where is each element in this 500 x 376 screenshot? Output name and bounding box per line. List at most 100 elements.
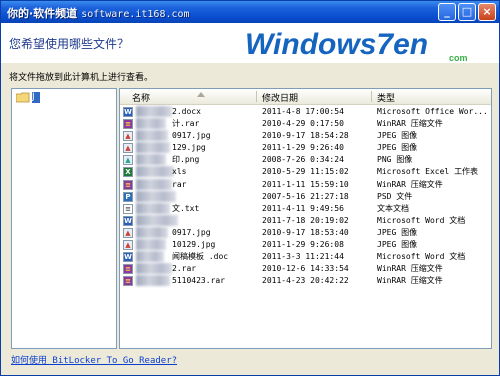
- jpeg-icon: ▲: [123, 131, 133, 142]
- file-modified-date: 2011-4-23 20:42:22: [262, 276, 349, 286]
- file-row[interactable]: ▲ 10129.jpg 2011-1-29 9:26:08 JPEG 图像: [120, 239, 491, 251]
- file-name: 2.docx: [172, 107, 201, 116]
- file-row[interactable]: P 2007-5-16 21:27:18 PSD 文件: [120, 190, 491, 203]
- logo-subtext: com: [449, 53, 468, 63]
- excel-icon: X: [123, 167, 133, 178]
- page-prompt: 您希望使用哪些文件？: [9, 37, 130, 51]
- file-row[interactable]: W 2011-7-18 20:19:02 Microsoft Word 文档: [120, 214, 491, 227]
- file-row[interactable]: W 闻稿模板 .doc 2011-3-3 11:21:44 Microsoft Wor…: [120, 251, 491, 263]
- file-name: xls: [172, 167, 187, 177]
- file-list-pane[interactable]: 名称 修改日期 类型 W 2.docx 2011-4-8 17:00:54 Micro…: [119, 88, 492, 349]
- word-doc-icon: W: [123, 107, 133, 117]
- file-row[interactable]: ≡ 5110423.rar 2011-4-23 20:42:22 WinRAR 压缩文…: [120, 275, 491, 287]
- file-modified-date: 2010-4-29 0:17:50: [262, 119, 344, 129]
- file-row[interactable]: ▲ 0917.jpg 2010-9-17 18:54:28 JPEG 图像: [120, 130, 491, 142]
- redacted-name-blur: [136, 142, 170, 154]
- file-name: 0917.jpg: [172, 131, 211, 141]
- file-row[interactable]: Xxls 2010-5-29 11:15:02 Microsoft Excel 工作…: [120, 166, 491, 178]
- file-row[interactable]: ≡ rar 2011-1-11 15:59:10 WinRAR 压缩文件: [120, 178, 491, 191]
- rar-icon: ≡: [123, 119, 133, 130]
- redacted-name-blur: [136, 178, 172, 190]
- file-row[interactable]: ≡ 2.rar 2010-12-6 14:33:54 WinRAR 压缩文件: [120, 263, 491, 275]
- word-doc-icon: W: [123, 252, 133, 263]
- file-modified-date: 2011-4-8 17:00:54: [262, 107, 344, 116]
- redacted-name-blur: [136, 166, 174, 178]
- file-modified-date: 2011-3-3 11:21:44: [262, 252, 344, 262]
- file-modified-date: 2011-1-29 9:26:40: [262, 143, 344, 153]
- file-type: WinRAR 压缩文件: [377, 264, 443, 274]
- folder-label: J: [32, 92, 40, 103]
- rar-icon: ≡: [123, 179, 133, 190]
- reader-window: 你的·软件频道 software.it168.com _ □ × 您希望使用哪些文…: [0, 0, 500, 376]
- redacted-name-blur: [136, 118, 166, 130]
- text-icon: ≡: [123, 203, 133, 214]
- windows7en-logo: Windows7en com: [245, 28, 468, 63]
- file-name: 印.png: [172, 155, 200, 165]
- file-modified-date: 2010-5-29 11:15:02: [262, 167, 349, 177]
- file-name: 129.jpg: [172, 143, 206, 153]
- rar-icon: ≡: [123, 264, 133, 275]
- maximize-button[interactable]: □: [458, 3, 476, 21]
- redacted-name-blur: [136, 130, 168, 142]
- column-header-modified[interactable]: 修改日期: [262, 91, 298, 104]
- title-bar[interactable]: 你的·软件频道 software.it168.com _ □ ×: [1, 1, 499, 23]
- file-row[interactable]: ▲ 印.png 2008-7-26 0:34:24 PNG 图像: [120, 154, 491, 166]
- file-type: JPEG 图像: [377, 227, 418, 237]
- file-row[interactable]: ≡ 计.rar 2010-4-29 0:17:50 WinRAR 压缩文件: [120, 118, 491, 130]
- header-area: 您希望使用哪些文件？ Windows7en com: [1, 23, 499, 63]
- column-header-type[interactable]: 类型: [377, 91, 395, 104]
- jpeg-icon: ▲: [123, 227, 133, 238]
- redacted-name-blur: [136, 226, 168, 238]
- file-name: 文.txt: [172, 203, 200, 213]
- watermark-text: software.it168.com: [81, 9, 190, 20]
- close-button[interactable]: ×: [478, 3, 496, 21]
- redacted-name-blur: [136, 214, 178, 226]
- file-modified-date: 2007-5-16 21:27:18: [262, 191, 349, 201]
- file-name: 2.rar: [172, 264, 197, 274]
- file-type: 文本文档: [377, 203, 409, 213]
- file-name: 闻稿模板 .doc: [172, 252, 229, 262]
- jpeg-icon: ▲: [123, 143, 133, 154]
- minimize-button[interactable]: _: [438, 3, 456, 21]
- window-title: 你的·软件频道 software.it168.com: [7, 5, 190, 21]
- window-title-text: 你的·软件频道: [7, 7, 78, 20]
- file-type: WinRAR 压缩文件: [377, 119, 443, 129]
- file-type: JPEG 图像: [377, 240, 418, 250]
- column-header-name[interactable]: 名称: [132, 91, 150, 104]
- file-type: JPEG 图像: [377, 143, 418, 153]
- file-row[interactable]: W 2.docx 2011-4-8 17:00:54 Microsoft Office…: [120, 106, 491, 118]
- file-modified-date: 2008-7-26 0:34:24: [262, 155, 344, 165]
- column-header: 名称 修改日期 类型: [120, 89, 491, 105]
- redacted-name-blur: [136, 263, 172, 275]
- folder-icon: [16, 92, 30, 103]
- file-modified-date: 2010-9-17 18:53:40: [262, 227, 349, 237]
- file-name: rar: [172, 179, 187, 189]
- file-row[interactable]: ▲ 0917.jpg 2010-9-17 18:53:40 JPEG 图像: [120, 226, 491, 239]
- column-separator[interactable]: [256, 91, 257, 102]
- file-row[interactable]: ≡ 文.txt 2011-4-11 9:49:56 文本文档: [120, 202, 491, 215]
- jpeg-icon: ▲: [123, 240, 133, 251]
- instruction-text: 将文件拖放到此计算机上进行查看。: [9, 73, 154, 83]
- bitlocker-help-link[interactable]: 如何使用 BitLocker To Go Reader?: [11, 353, 177, 366]
- file-type: JPEG 图像: [377, 131, 418, 141]
- file-modified-date: 2011-4-11 9:49:56: [262, 203, 344, 213]
- file-modified-date: 2011-1-11 15:59:10: [262, 179, 349, 189]
- file-rows: W 2.docx 2011-4-8 17:00:54 Microsoft Office…: [120, 106, 491, 287]
- file-type: Microsoft Word 文档: [377, 252, 466, 262]
- rar-icon: ≡: [123, 276, 133, 287]
- file-modified-date: 2010-9-17 18:54:28: [262, 131, 349, 141]
- redacted-name-blur: [136, 251, 164, 263]
- file-type: Microsoft Office Wor...: [377, 107, 488, 116]
- file-name: 计.rar: [172, 119, 200, 129]
- file-row[interactable]: ▲ 129.jpg 2011-1-29 9:26:40 JPEG 图像: [120, 142, 491, 154]
- file-name: 10129.jpg: [172, 240, 216, 250]
- file-type: Microsoft Excel 工作表: [377, 167, 479, 177]
- column-separator[interactable]: [371, 91, 372, 102]
- sort-arrow-icon: [197, 92, 205, 97]
- file-modified-date: 2011-7-18 20:19:02: [262, 215, 349, 225]
- redacted-name-blur: [136, 190, 176, 202]
- redacted-name-blur: [136, 154, 166, 166]
- file-name: 5110423.rar: [172, 276, 225, 286]
- folder-tree-pane[interactable]: J: [11, 88, 117, 349]
- file-type: WinRAR 压缩文件: [377, 276, 443, 286]
